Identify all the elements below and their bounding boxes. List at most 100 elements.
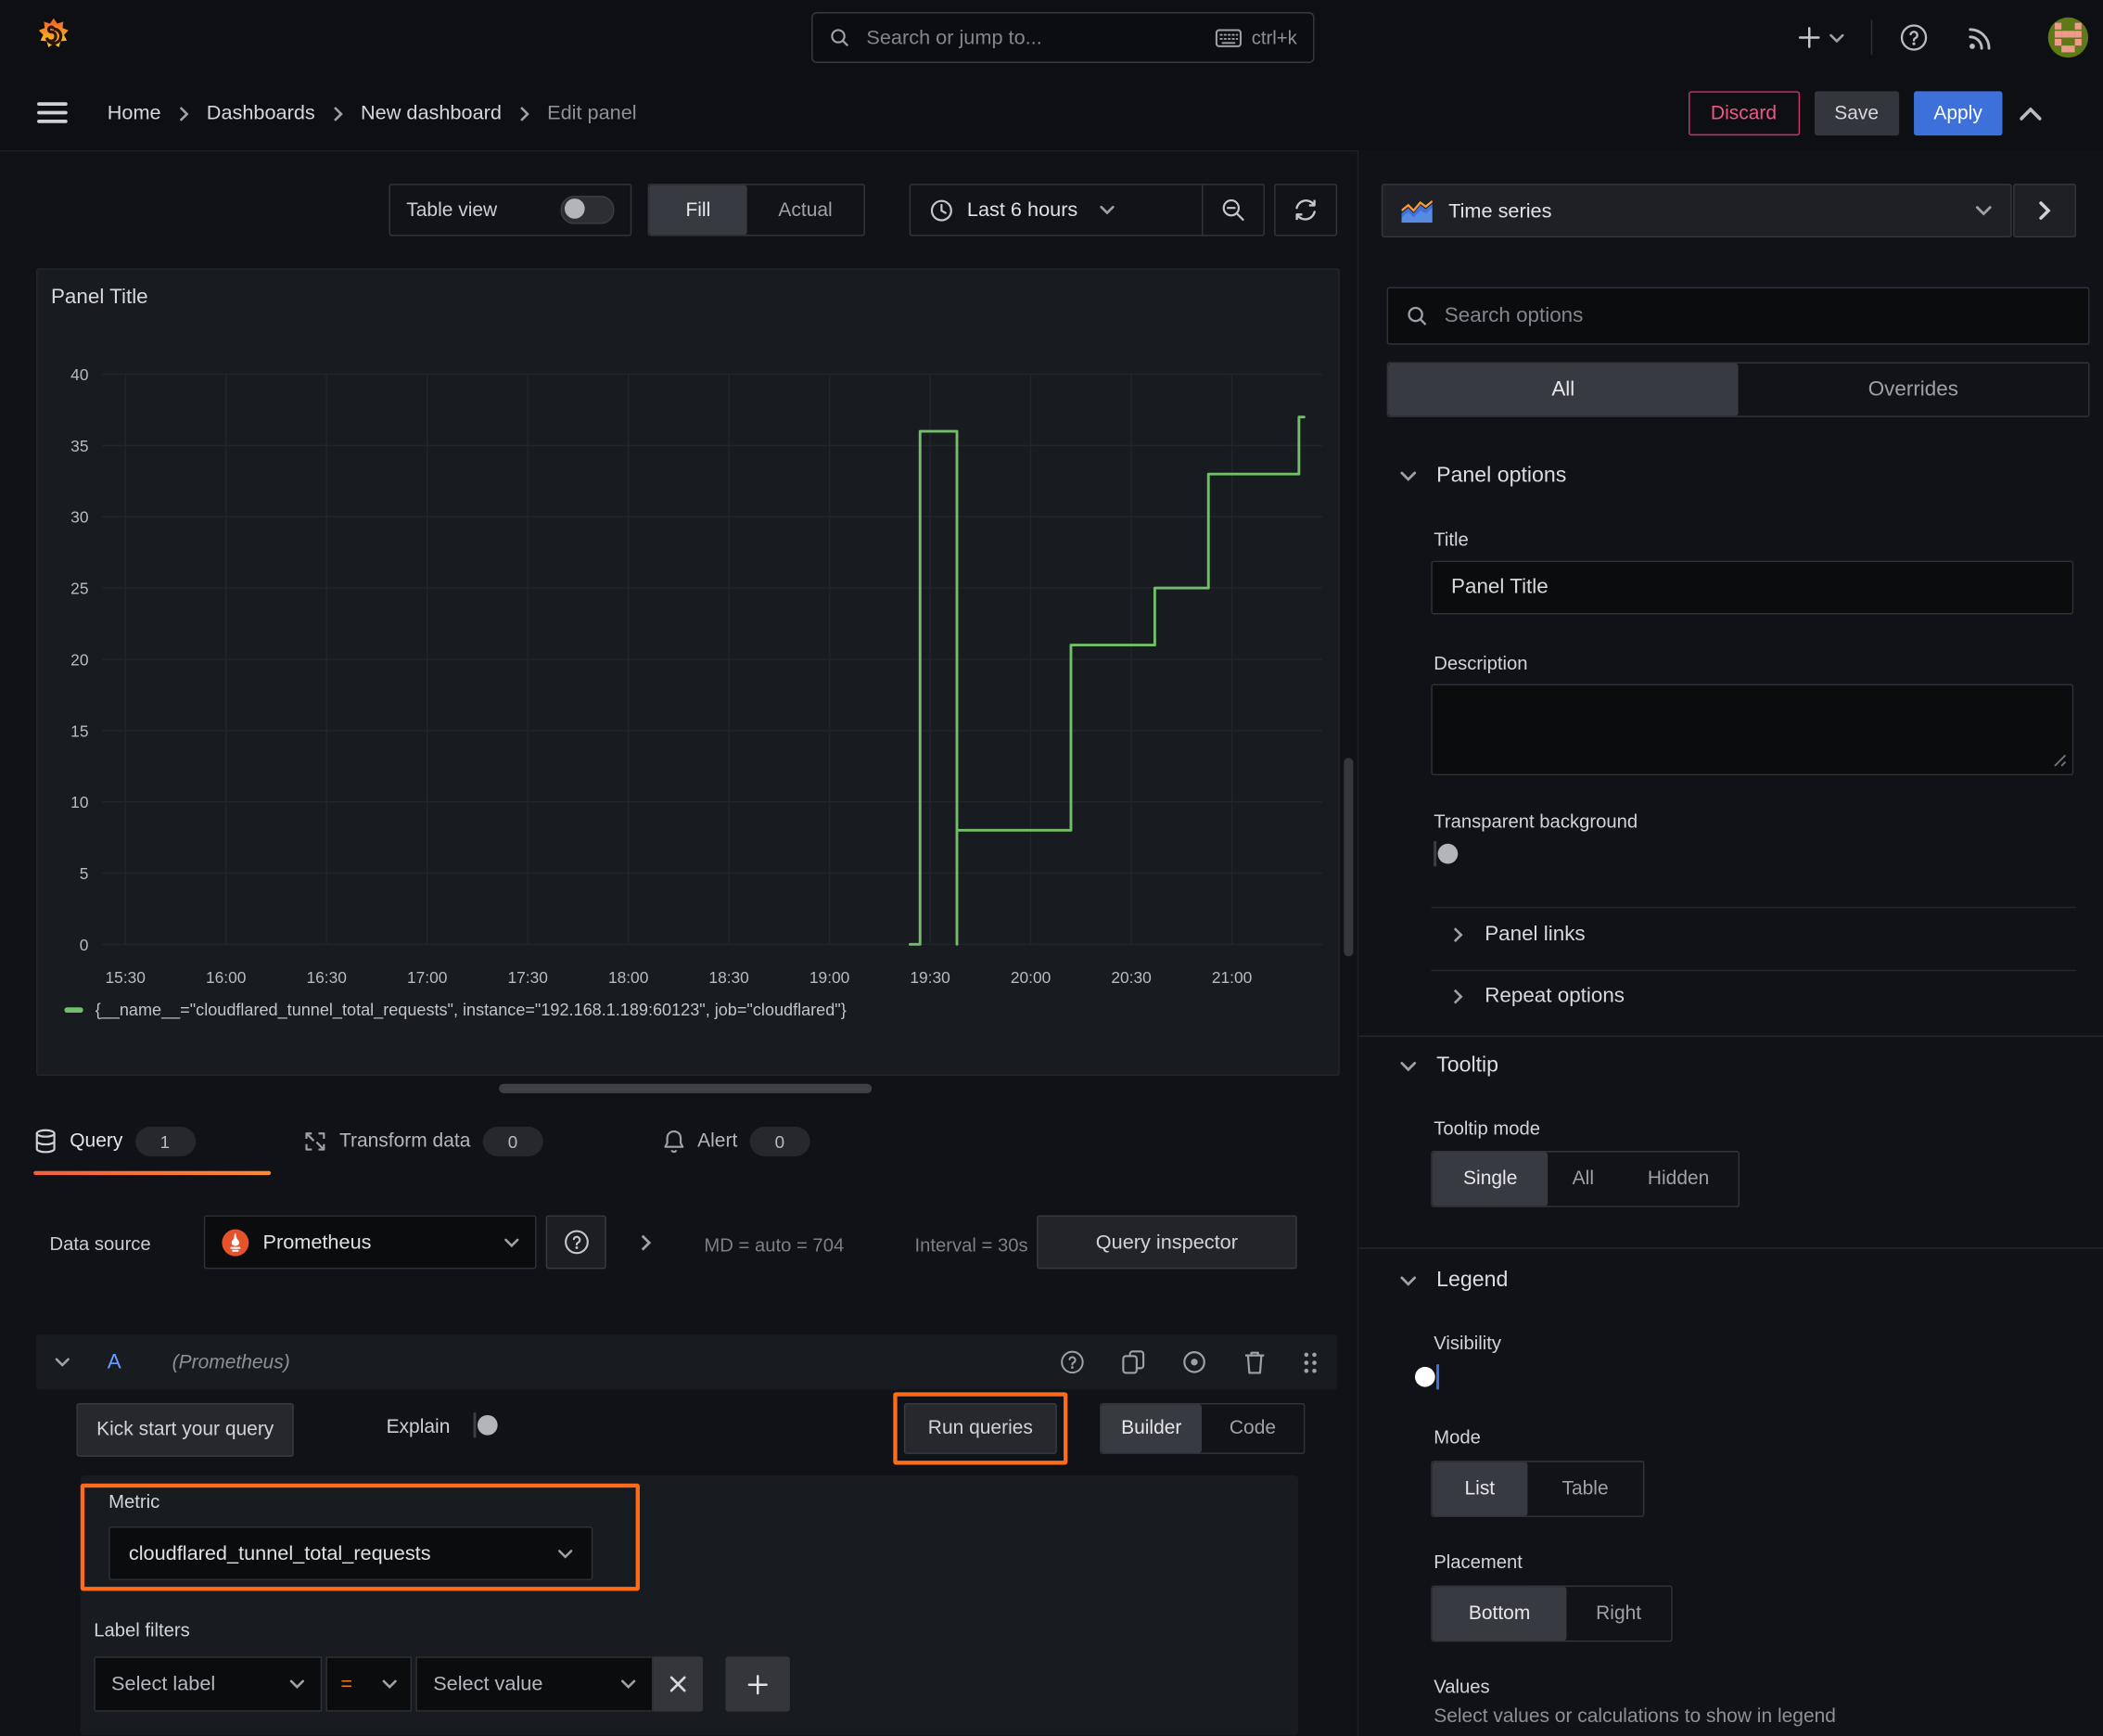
- select-label-dropdown[interactable]: Select label: [94, 1656, 323, 1712]
- query-help-button[interactable]: [1060, 1349, 1085, 1374]
- duplicate-query-button[interactable]: [1121, 1349, 1145, 1374]
- svg-text:16:00: 16:00: [206, 968, 246, 987]
- svg-text:17:00: 17:00: [407, 968, 447, 987]
- collapse-header-button[interactable]: [2017, 101, 2044, 125]
- refresh-icon: [1295, 199, 1316, 221]
- transparent-background-toggle[interactable]: [1434, 840, 1459, 867]
- hide-response-button[interactable]: [1181, 1349, 1206, 1374]
- repeat-options-title: Repeat options: [1485, 984, 1625, 1008]
- svg-text:15: 15: [70, 721, 88, 740]
- breadcrumb-dashboards[interactable]: Dashboards: [207, 102, 315, 125]
- trash-icon: [1245, 1351, 1265, 1374]
- actual-option[interactable]: Actual: [747, 185, 864, 236]
- tab-all[interactable]: All: [1388, 363, 1739, 416]
- chevron-down-icon: [55, 1358, 70, 1367]
- grafana-logo-icon[interactable]: [32, 16, 75, 58]
- operator-dropdown[interactable]: =: [325, 1656, 413, 1712]
- user-avatar[interactable]: [2047, 17, 2089, 58]
- expand-options-icon[interactable]: [640, 1234, 652, 1252]
- placement-bottom[interactable]: Bottom: [1432, 1587, 1567, 1640]
- data-source-picker[interactable]: Prometheus: [203, 1215, 537, 1270]
- data-source-help-button[interactable]: [545, 1215, 606, 1270]
- pane-resize-handle[interactable]: [499, 1083, 873, 1093]
- legend-series-label[interactable]: {__name__="cloudflared_tunnel_total_requ…: [96, 1001, 847, 1019]
- new-button[interactable]: [1790, 18, 1853, 57]
- save-button[interactable]: Save: [1814, 91, 1899, 136]
- divider: [1431, 906, 2077, 909]
- tab-overrides[interactable]: Overrides: [1739, 364, 2089, 415]
- svg-text:10: 10: [70, 793, 88, 811]
- search-icon: [1408, 306, 1427, 326]
- query-row-header[interactable]: A (Prometheus): [36, 1334, 1338, 1390]
- apply-button[interactable]: Apply: [1913, 91, 2003, 136]
- breadcrumb-home[interactable]: Home: [108, 102, 161, 125]
- repeat-options-section-header[interactable]: Repeat options: [1452, 985, 1625, 1009]
- search-input[interactable]: [863, 24, 1216, 51]
- drag-query-handle[interactable]: [1302, 1350, 1318, 1374]
- fill-option[interactable]: Fill: [649, 185, 747, 236]
- code-option[interactable]: Code: [1202, 1404, 1304, 1452]
- legend-mode-list[interactable]: List: [1432, 1462, 1527, 1516]
- help-button[interactable]: [1891, 15, 1936, 60]
- discard-button[interactable]: Discard: [1688, 91, 1800, 136]
- panel-links-section-header[interactable]: Panel links: [1452, 923, 1586, 947]
- options-search-input[interactable]: [1441, 302, 2071, 330]
- builder-option[interactable]: Builder: [1101, 1404, 1203, 1453]
- legend-placement-switcher: Bottom Right: [1431, 1585, 1673, 1642]
- tooltip-mode-single[interactable]: Single: [1432, 1152, 1549, 1206]
- remove-filter-button[interactable]: [653, 1656, 703, 1712]
- explain-toggle[interactable]: [473, 1412, 498, 1438]
- panel-options-section-header[interactable]: Panel options: [1400, 464, 1566, 488]
- add-filter-button[interactable]: [725, 1656, 790, 1712]
- tooltip-mode-hidden[interactable]: Hidden: [1618, 1152, 1739, 1206]
- panel-options-title: Panel options: [1436, 464, 1567, 488]
- remove-query-button[interactable]: [1243, 1349, 1267, 1374]
- tab-alert[interactable]: Alert 0: [663, 1127, 810, 1156]
- svg-text:20:00: 20:00: [1011, 968, 1051, 987]
- fill-actual-switcher: Fill Actual: [647, 184, 865, 236]
- legend-mode-table[interactable]: Table: [1527, 1462, 1643, 1516]
- table-view-toggle[interactable]: [560, 196, 615, 224]
- refresh-button[interactable]: [1274, 184, 1338, 236]
- query-ref-id[interactable]: A: [108, 1350, 121, 1374]
- time-range-picker[interactable]: Last 6 hours: [911, 185, 1202, 236]
- legend-section-header[interactable]: Legend: [1400, 1269, 1508, 1293]
- plus-icon: [1798, 27, 1820, 48]
- mega-menu-toggle[interactable]: [36, 99, 69, 126]
- tooltip-section-header[interactable]: Tooltip: [1400, 1054, 1498, 1079]
- run-queries-button[interactable]: Run queries: [903, 1402, 1057, 1454]
- news-button[interactable]: [1958, 15, 2004, 60]
- select-value-dropdown[interactable]: Select value: [415, 1656, 654, 1712]
- tooltip-mode-all[interactable]: All: [1549, 1152, 1618, 1206]
- kick-start-query-button[interactable]: Kick start your query: [76, 1402, 295, 1457]
- values-label: Values: [1434, 1675, 1490, 1697]
- global-search-box[interactable]: ctrl+k: [811, 12, 1315, 63]
- editor-tabs: Query 1 Transform data 0 Alert 0: [0, 1121, 1357, 1179]
- query-stats-md: MD = auto = 704: [704, 1233, 845, 1256]
- transform-icon: [305, 1132, 325, 1151]
- legend-visibility-toggle[interactable]: [1414, 1364, 1440, 1390]
- options-search-box[interactable]: [1386, 287, 2090, 345]
- collapse-options-button[interactable]: [2013, 184, 2077, 238]
- help-icon: [1061, 1350, 1084, 1374]
- prometheus-icon: [222, 1228, 249, 1256]
- chevron-down-icon: [504, 1237, 519, 1247]
- topbar-actions: [1790, 0, 2089, 75]
- metric-label: Metric: [108, 1489, 160, 1513]
- metric-select[interactable]: cloudflared_tunnel_total_requests: [108, 1526, 593, 1580]
- visualization-picker[interactable]: Time series: [1381, 184, 2012, 238]
- breadcrumb-new-dashboard[interactable]: New dashboard: [361, 102, 502, 125]
- prometheus-query-builder: Metric cloudflared_tunnel_total_requests…: [80, 1475, 1299, 1736]
- zoom-out-button[interactable]: [1203, 198, 1263, 223]
- description-textarea[interactable]: [1431, 683, 2074, 776]
- tab-transform-data[interactable]: Transform data 0: [303, 1127, 543, 1156]
- query-inspector-button[interactable]: Query inspector: [1037, 1215, 1297, 1270]
- rss-icon: [1969, 28, 1991, 50]
- panel-title-input[interactable]: [1431, 560, 2074, 615]
- scrollbar-thumb[interactable]: [1344, 758, 1354, 957]
- placement-right[interactable]: Right: [1566, 1587, 1671, 1640]
- top-bar: ctrl+k: [0, 0, 2103, 78]
- tooltip-mode-label: Tooltip mode: [1434, 1117, 1541, 1140]
- time-series-chart[interactable]: 0 5 10 15 20 25 30 35 40 15:30 16:00 16:30 17:00 17:3…: [51, 318, 1325, 995]
- tab-query[interactable]: Query 1: [33, 1127, 196, 1156]
